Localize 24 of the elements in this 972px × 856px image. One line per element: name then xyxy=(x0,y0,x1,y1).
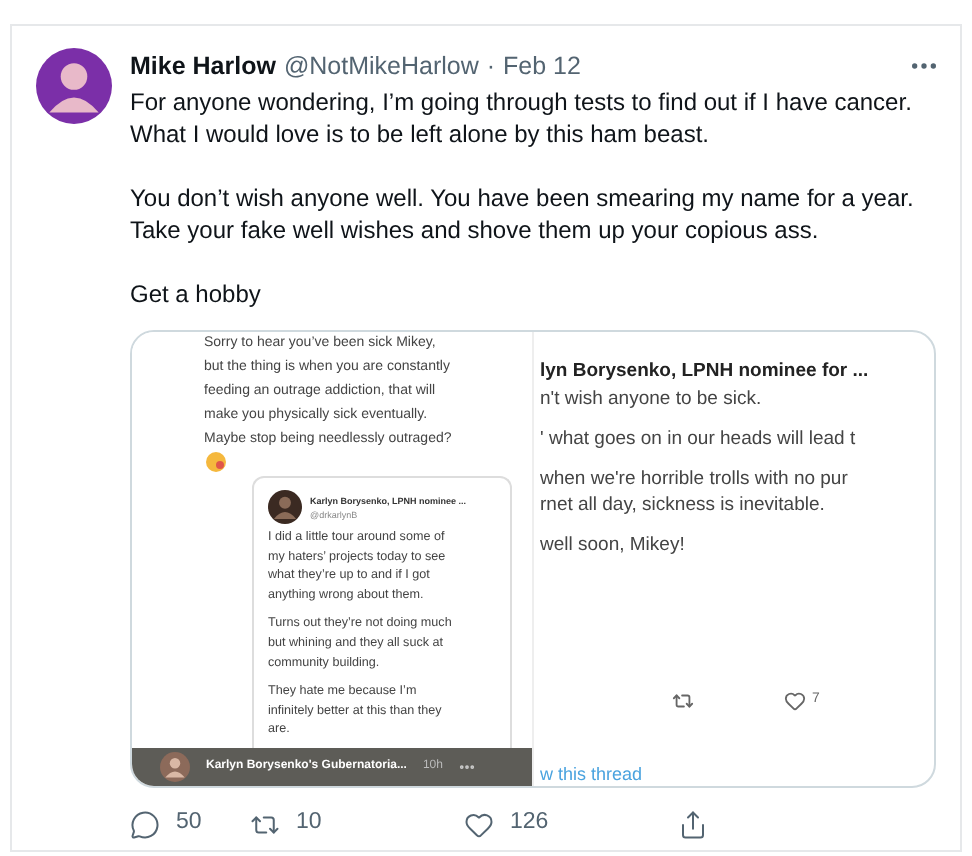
author-name: lyn Borysenko, LPNH nominee for ... xyxy=(540,358,871,384)
author-handle: @NotMikeHarlow xyxy=(283,50,479,84)
reply-icon[interactable] xyxy=(130,809,160,839)
tweet-text: well soon, Mikey! xyxy=(540,532,687,558)
emoji-icon xyxy=(206,452,226,472)
tweet-text: You don’t wish anyone well. You have been smearing my name for a year. Take your fake well wishes and shove them up your copious ass. xyxy=(130,182,916,246)
like-icon[interactable] xyxy=(464,809,494,839)
share-icon[interactable] xyxy=(678,809,708,839)
tweet-text: For anyone wondering, I’m going through tests to find out if I have cancer. What I would love is to be left alone by this ham beast. xyxy=(130,86,914,150)
tweet-date: Feb 12 xyxy=(503,50,581,84)
retweet-count: 10 xyxy=(296,808,322,839)
separator: · xyxy=(486,50,496,84)
tweet-text: ' what goes on in our heads will lead t xyxy=(540,426,858,452)
tweet-text: Get a hobby xyxy=(130,278,263,310)
avatar xyxy=(268,490,302,524)
avatar xyxy=(160,752,190,782)
like-count: 126 xyxy=(510,808,549,839)
author-name: Mike Harlow xyxy=(130,50,276,84)
like-icon xyxy=(784,690,806,712)
avatar xyxy=(36,48,112,124)
retweet-icon xyxy=(672,690,694,712)
tweet-text: n't wish anyone to be sick. xyxy=(540,386,764,412)
reply-count: 50 xyxy=(176,808,202,839)
tweet-text: when we're horrible trolls with no pur rnet all day, sickness is inevitable. xyxy=(540,466,850,518)
